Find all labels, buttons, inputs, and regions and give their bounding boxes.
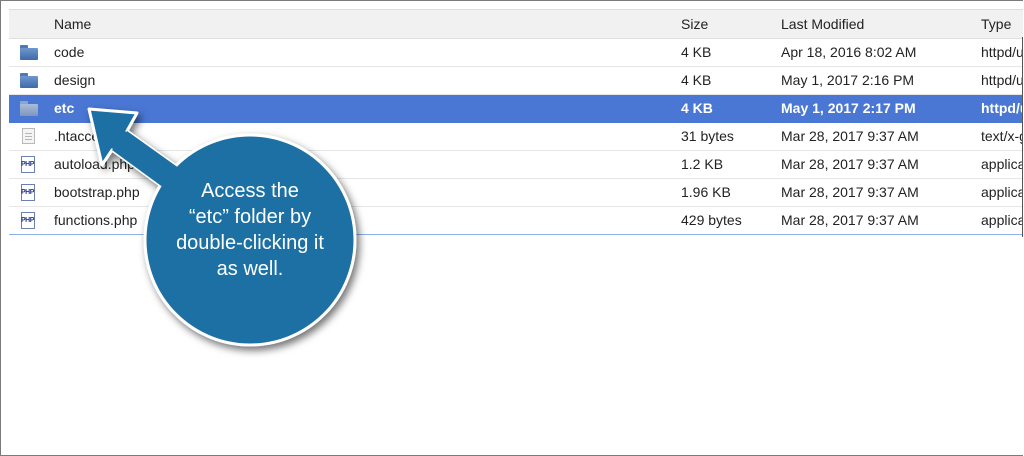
file-type: text/x-generic [981, 128, 1023, 144]
file-last-modified: Mar 28, 2017 9:37 AM [781, 212, 919, 228]
column-header-type[interactable]: Type [981, 10, 1023, 38]
file-type: httpd/unix-directory [981, 44, 1023, 60]
file-last-modified: Mar 28, 2017 9:37 AM [781, 128, 919, 144]
file-last-modified: May 1, 2017 2:16 PM [781, 72, 915, 88]
file-last-modified: Mar 28, 2017 9:37 AM [781, 156, 919, 172]
file-type: httpd/unix-directory [981, 100, 1023, 116]
php-icon-label: PHP [21, 217, 34, 224]
file-last-modified: Mar 28, 2017 9:37 AM [781, 184, 919, 200]
file-name: autoload.php [54, 156, 135, 172]
file-list-panel: Name Size Last Modified Type code 4 KB A… [9, 9, 1023, 455]
text-file-icon [22, 128, 35, 144]
callout-text: Access the “etc” folder by double-clicki… [170, 178, 330, 282]
file-size: 1.96 KB [681, 184, 731, 200]
callout-line: as well. [216, 258, 284, 280]
file-type: application/x-httpd-php [981, 212, 1023, 228]
table-row[interactable]: PHP autoload.php 1.2 KB Mar 28, 2017 9:3… [9, 151, 1023, 179]
vertical-scrollbar[interactable] [1022, 37, 1023, 237]
callout-line: Access the [201, 180, 299, 202]
callout-line: double-clicking it [176, 232, 324, 254]
file-name: bootstrap.php [54, 184, 140, 200]
column-header-name[interactable]: Name [54, 10, 654, 38]
file-type: httpd/unix-directory [981, 72, 1023, 88]
table-header: Name Size Last Modified Type [9, 9, 1023, 39]
file-type: application/x-httpd-php [981, 184, 1023, 200]
table-row-selected[interactable]: etc 4 KB May 1, 2017 2:17 PM httpd/unix-… [9, 95, 1023, 123]
folder-icon [20, 101, 38, 116]
table-row[interactable]: design 4 KB May 1, 2017 2:16 PM httpd/un… [9, 67, 1023, 95]
file-table: Name Size Last Modified Type code 4 KB A… [9, 9, 1023, 235]
file-last-modified: Apr 18, 2016 8:02 AM [781, 44, 917, 60]
folder-icon [20, 73, 38, 88]
file-name: .htaccess [54, 128, 114, 144]
file-name: functions.php [54, 212, 138, 228]
file-type: application/x-httpd-php [981, 156, 1023, 172]
table-row[interactable]: PHP functions.php 429 bytes Mar 28, 2017… [9, 207, 1023, 235]
file-name: design [54, 72, 96, 88]
file-name: etc [54, 100, 75, 116]
file-size: 4 KB [681, 100, 713, 116]
table-row[interactable]: code 4 KB Apr 18, 2016 8:02 AM httpd/uni… [9, 39, 1023, 67]
column-header-size[interactable]: Size [681, 10, 771, 38]
file-last-modified: May 1, 2017 2:17 PM [781, 100, 916, 116]
file-size: 1.2 KB [681, 156, 724, 172]
file-size: 4 KB [681, 72, 712, 88]
table-row[interactable]: PHP bootstrap.php 1.96 KB Mar 28, 2017 9… [9, 179, 1023, 207]
folder-icon [20, 45, 38, 60]
php-file-icon: PHP [21, 156, 35, 173]
file-size: 31 bytes [681, 128, 734, 144]
file-size: 4 KB [681, 44, 712, 60]
php-icon-label: PHP [21, 161, 34, 168]
column-header-last-modified[interactable]: Last Modified [781, 10, 971, 38]
file-name: code [54, 44, 85, 60]
file-size: 429 bytes [681, 212, 742, 228]
php-file-icon: PHP [21, 184, 35, 201]
php-file-icon: PHP [21, 212, 35, 229]
table-row[interactable]: .htaccess 31 bytes Mar 28, 2017 9:37 AM … [9, 123, 1023, 151]
php-icon-label: PHP [21, 189, 34, 196]
file-manager-window: Name Size Last Modified Type code 4 KB A… [0, 0, 1023, 456]
callout-line: “etc” folder by [188, 206, 312, 228]
